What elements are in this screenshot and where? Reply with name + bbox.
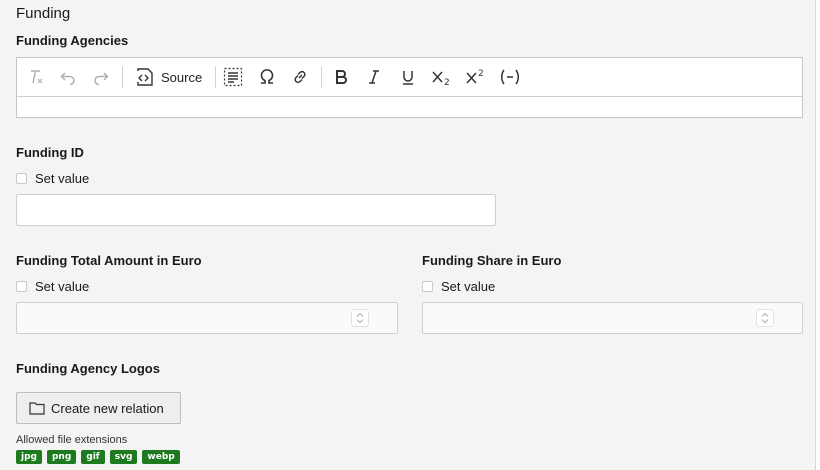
subscript-icon[interactable]: 2 [430, 66, 454, 88]
share-input[interactable] [422, 302, 803, 334]
soft-hyphen-icon[interactable] [498, 66, 522, 88]
svg-text:2: 2 [444, 78, 450, 86]
source-label: Source [161, 69, 203, 85]
extension-badges: jpg png gif svg webp [16, 450, 180, 464]
extension-badge: gif [81, 450, 105, 464]
extension-badge: jpg [16, 450, 42, 464]
total-amount-checkbox[interactable] [16, 281, 27, 292]
set-value-label: Set value [441, 279, 496, 294]
funding-panel: Funding Funding Agencies Source 2 2 Fund… [0, 0, 816, 470]
funding-agencies-label: Funding Agencies [16, 33, 129, 48]
extension-badge: svg [109, 450, 138, 464]
undo-icon[interactable] [57, 66, 79, 88]
allowed-extensions-label: Allowed file extensions [16, 434, 128, 446]
toolbar-separator [122, 66, 123, 88]
total-amount-set-value: Set value [16, 279, 89, 294]
italic-icon[interactable] [363, 66, 385, 88]
total-amount-label: Funding Total Amount in Euro [16, 253, 202, 268]
special-characters-icon[interactable] [256, 66, 278, 88]
section-title: Funding [16, 5, 71, 22]
funding-id-set-value: Set value [16, 171, 89, 186]
toolbar-separator [321, 66, 322, 88]
create-new-relation-button[interactable]: Create new relation [16, 392, 181, 424]
folder-icon [29, 402, 45, 415]
link-icon[interactable] [289, 66, 311, 88]
funding-id-checkbox[interactable] [16, 173, 27, 184]
share-label: Funding Share in Euro [422, 253, 562, 268]
create-new-relation-label: Create new relation [51, 400, 164, 416]
toolbar-separator [215, 66, 216, 88]
total-amount-input[interactable] [16, 302, 398, 334]
bold-icon[interactable] [330, 66, 352, 88]
funding-agencies-editor: Source 2 2 [16, 57, 803, 118]
editor-toolbar: Source 2 2 [17, 58, 802, 97]
funding-id-label: Funding ID [16, 145, 84, 160]
svg-text:2: 2 [478, 69, 484, 79]
redo-icon[interactable] [90, 66, 112, 88]
number-spinner-icon[interactable] [351, 309, 369, 327]
remove-format-icon[interactable] [25, 66, 47, 88]
underline-icon[interactable] [397, 66, 419, 88]
share-set-value: Set value [422, 279, 495, 294]
show-blocks-icon[interactable] [222, 66, 244, 88]
superscript-icon[interactable]: 2 [464, 66, 488, 88]
extension-badge: webp [142, 450, 180, 464]
number-spinner-icon[interactable] [756, 309, 774, 327]
logos-label: Funding Agency Logos [16, 361, 160, 376]
source-icon [137, 68, 153, 86]
extension-badge: png [46, 450, 77, 464]
source-button[interactable]: Source [135, 66, 207, 88]
set-value-label: Set value [35, 171, 90, 186]
editor-content-area[interactable] [17, 97, 802, 117]
funding-id-input[interactable] [16, 194, 496, 226]
set-value-label: Set value [35, 279, 90, 294]
share-checkbox[interactable] [422, 281, 433, 292]
